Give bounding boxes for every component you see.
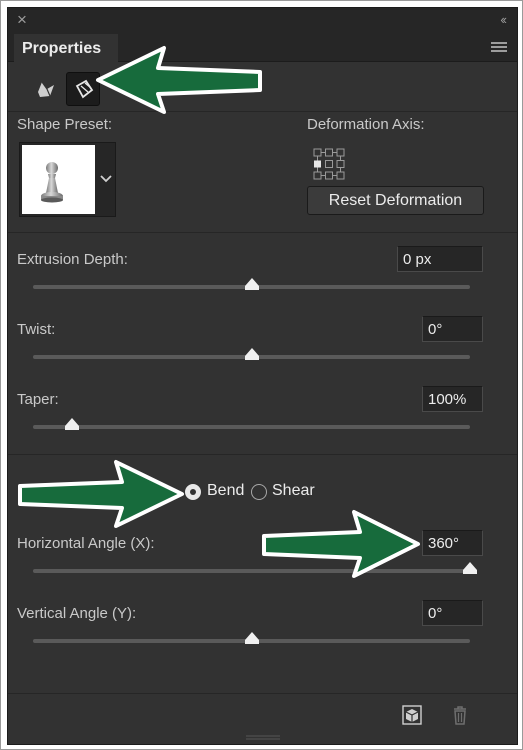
shape-preset-picker[interactable] xyxy=(19,142,116,217)
pawn-icon xyxy=(41,162,63,203)
panel-titlebar: × ‹‹ xyxy=(8,8,517,32)
resize-grip-icon[interactable] xyxy=(246,735,280,740)
extrusion-depth-slider[interactable] xyxy=(33,278,470,290)
divider xyxy=(8,232,517,233)
slider-thumb[interactable] xyxy=(244,347,260,361)
divider xyxy=(8,454,517,455)
tab-properties-label: Properties xyxy=(22,40,102,57)
collapse-icon[interactable]: ‹‹ xyxy=(500,11,507,29)
horizontal-angle-input[interactable]: 360° xyxy=(422,530,483,556)
new-3d-object-icon[interactable] xyxy=(401,704,423,726)
deformation-axis-icon[interactable] xyxy=(313,148,345,180)
horizontal-angle-slider[interactable] xyxy=(33,562,477,574)
slider-thumb[interactable] xyxy=(244,277,260,291)
panel-menu-icon[interactable] xyxy=(491,42,507,53)
horizontal-angle-label: Horizontal Angle (X): xyxy=(17,535,155,552)
taper-slider[interactable] xyxy=(33,418,470,430)
annotation-arrow-icon xyxy=(18,460,184,528)
preset-thumbnail xyxy=(22,145,95,214)
extrusion-depth-input[interactable]: 0 px xyxy=(397,246,483,272)
panel-tabbar: Properties xyxy=(8,32,517,63)
properties-panel: × ‹‹ Properties Shape Preset: Deformatio… xyxy=(7,7,518,745)
trash-icon[interactable] xyxy=(449,704,471,726)
chevron-down-icon[interactable] xyxy=(99,173,113,185)
slider-thumb[interactable] xyxy=(64,417,80,431)
bend-radio[interactable] xyxy=(185,484,201,500)
slider-thumb[interactable] xyxy=(462,561,478,575)
taper-label: Taper: xyxy=(17,391,59,408)
twist-slider[interactable] xyxy=(33,348,470,360)
bend-label[interactable]: Bend xyxy=(207,482,244,500)
shape-preset-label: Shape Preset: xyxy=(17,116,113,133)
twist-label: Twist: xyxy=(17,321,56,338)
extrusion-depth-label: Extrusion Depth: xyxy=(17,251,128,268)
reset-deformation-button[interactable]: Reset Deformation xyxy=(307,186,484,215)
vertical-angle-input[interactable]: 0° xyxy=(422,600,483,626)
deformation-axis-label: Deformation Axis: xyxy=(307,116,425,133)
tab-properties[interactable]: Properties xyxy=(14,34,118,63)
shear-radio[interactable] xyxy=(251,484,267,500)
vertical-angle-label: Vertical Angle (Y): xyxy=(17,605,137,622)
taper-input[interactable]: 100% xyxy=(422,386,483,412)
close-icon[interactable]: × xyxy=(17,10,27,30)
slider-thumb[interactable] xyxy=(244,631,260,645)
screenshot-frame: × ‹‹ Properties Shape Preset: Deformatio… xyxy=(0,0,523,750)
shear-label[interactable]: Shear xyxy=(272,482,315,500)
deformation-icon[interactable] xyxy=(66,72,100,106)
property-mode-row xyxy=(8,63,517,111)
divider xyxy=(8,111,517,112)
vertical-angle-slider[interactable] xyxy=(33,632,470,644)
scene-icon[interactable] xyxy=(29,72,63,106)
twist-input[interactable]: 0° xyxy=(422,316,483,342)
